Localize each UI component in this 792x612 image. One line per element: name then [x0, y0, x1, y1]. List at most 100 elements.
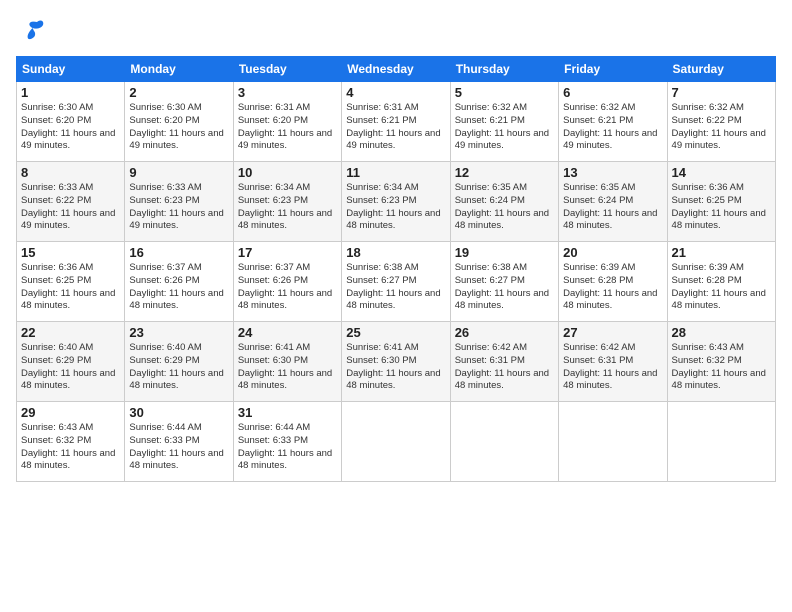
calendar-cell: 1 Sunrise: 6:30 AMSunset: 6:20 PMDaylight…	[17, 82, 125, 162]
day-number: 18	[346, 245, 445, 260]
day-number: 3	[238, 85, 337, 100]
calendar-cell: 13 Sunrise: 6:35 AMSunset: 6:24 PMDayligh…	[559, 162, 667, 242]
cell-info: Sunrise: 6:32 AMSunset: 6:21 PMDaylight:…	[455, 102, 549, 151]
calendar-cell: 5 Sunrise: 6:32 AMSunset: 6:21 PMDaylight…	[450, 82, 558, 162]
calendar-week-2: 8Sunrise: 6:33 AMSunset: 6:22 PMDaylight…	[17, 162, 776, 242]
calendar-cell: 25 Sunrise: 6:41 AMSunset: 6:30 PMDayligh…	[342, 322, 450, 402]
calendar-cell: 21 Sunrise: 6:39 AMSunset: 6:28 PMDayligh…	[667, 242, 775, 322]
cell-info: Sunrise: 6:41 AMSunset: 6:30 PMDaylight:…	[238, 342, 332, 391]
cell-info: Sunrise: 6:30 AMSunset: 6:20 PMDaylight:…	[21, 102, 115, 151]
day-number: 25	[346, 325, 445, 340]
cell-info: Sunrise: 6:41 AMSunset: 6:30 PMDaylight:…	[346, 342, 440, 391]
day-number: 20	[563, 245, 662, 260]
calendar-cell: 7 Sunrise: 6:32 AMSunset: 6:22 PMDaylight…	[667, 82, 775, 162]
cell-info: Sunrise: 6:39 AMSunset: 6:28 PMDaylight:…	[672, 262, 766, 311]
day-number: 9	[129, 165, 228, 180]
cell-info: Sunrise: 6:44 AMSunset: 6:33 PMDaylight:…	[238, 422, 332, 471]
cell-info: Sunrise: 6:40 AMSunset: 6:29 PMDaylight:…	[21, 342, 115, 391]
calendar-cell: 30Sunrise: 6:44 AMSunset: 6:33 PMDayligh…	[125, 402, 233, 482]
day-number: 15	[21, 245, 120, 260]
cell-info: Sunrise: 6:38 AMSunset: 6:27 PMDaylight:…	[346, 262, 440, 311]
day-number: 29	[21, 405, 120, 420]
cell-info: Sunrise: 6:33 AMSunset: 6:23 PMDaylight:…	[129, 182, 223, 231]
col-header-sunday: Sunday	[17, 57, 125, 82]
col-header-monday: Monday	[125, 57, 233, 82]
calendar-cell: 27 Sunrise: 6:42 AMSunset: 6:31 PMDayligh…	[559, 322, 667, 402]
day-number: 23	[129, 325, 228, 340]
day-number: 21	[672, 245, 771, 260]
col-header-thursday: Thursday	[450, 57, 558, 82]
cell-info: Sunrise: 6:31 AMSunset: 6:21 PMDaylight:…	[346, 102, 440, 151]
day-number: 24	[238, 325, 337, 340]
calendar-cell: 31 Sunrise: 6:44 AMSunset: 6:33 PMDayligh…	[233, 402, 341, 482]
calendar-table: SundayMondayTuesdayWednesdayThursdayFrid…	[16, 56, 776, 482]
day-number: 26	[455, 325, 554, 340]
calendar-cell: 22 Sunrise: 6:40 AMSunset: 6:29 PMDayligh…	[17, 322, 125, 402]
day-number: 7	[672, 85, 771, 100]
calendar-cell: 29 Sunrise: 6:43 AMSunset: 6:32 PMDayligh…	[17, 402, 125, 482]
col-header-wednesday: Wednesday	[342, 57, 450, 82]
calendar-week-5: 29 Sunrise: 6:43 AMSunset: 6:32 PMDayligh…	[17, 402, 776, 482]
day-number: 14	[672, 165, 771, 180]
calendar-cell: 20 Sunrise: 6:39 AMSunset: 6:28 PMDayligh…	[559, 242, 667, 322]
day-number: 2	[129, 85, 228, 100]
col-header-tuesday: Tuesday	[233, 57, 341, 82]
calendar-cell: 8Sunrise: 6:33 AMSunset: 6:22 PMDaylight…	[17, 162, 125, 242]
calendar-header-row: SundayMondayTuesdayWednesdayThursdayFrid…	[17, 57, 776, 82]
calendar-cell: 6 Sunrise: 6:32 AMSunset: 6:21 PMDaylight…	[559, 82, 667, 162]
cell-info: Sunrise: 6:31 AMSunset: 6:20 PMDaylight:…	[238, 102, 332, 151]
calendar-cell: 17Sunrise: 6:37 AMSunset: 6:26 PMDayligh…	[233, 242, 341, 322]
logo	[16, 16, 50, 46]
day-number: 10	[238, 165, 337, 180]
day-number: 31	[238, 405, 337, 420]
day-number: 22	[21, 325, 120, 340]
day-number: 13	[563, 165, 662, 180]
day-number: 6	[563, 85, 662, 100]
cell-info: Sunrise: 6:35 AMSunset: 6:24 PMDaylight:…	[455, 182, 549, 231]
cell-info: Sunrise: 6:37 AMSunset: 6:26 PMDaylight:…	[129, 262, 223, 311]
cell-info: Sunrise: 6:36 AMSunset: 6:25 PMDaylight:…	[21, 262, 115, 311]
cell-info: Sunrise: 6:37 AMSunset: 6:26 PMDaylight:…	[238, 262, 332, 311]
logo-icon	[16, 16, 46, 46]
col-header-saturday: Saturday	[667, 57, 775, 82]
cell-info: Sunrise: 6:42 AMSunset: 6:31 PMDaylight:…	[563, 342, 657, 391]
cell-info: Sunrise: 6:34 AMSunset: 6:23 PMDaylight:…	[346, 182, 440, 231]
calendar-cell	[342, 402, 450, 482]
day-number: 5	[455, 85, 554, 100]
day-number: 16	[129, 245, 228, 260]
calendar-cell: 28 Sunrise: 6:43 AMSunset: 6:32 PMDayligh…	[667, 322, 775, 402]
cell-info: Sunrise: 6:33 AMSunset: 6:22 PMDaylight:…	[21, 182, 115, 231]
cell-info: Sunrise: 6:35 AMSunset: 6:24 PMDaylight:…	[563, 182, 657, 231]
calendar-cell	[450, 402, 558, 482]
calendar-cell: 2 Sunrise: 6:30 AMSunset: 6:20 PMDaylight…	[125, 82, 233, 162]
calendar-cell: 10Sunrise: 6:34 AMSunset: 6:23 PMDayligh…	[233, 162, 341, 242]
cell-info: Sunrise: 6:43 AMSunset: 6:32 PMDaylight:…	[672, 342, 766, 391]
calendar-cell: 19 Sunrise: 6:38 AMSunset: 6:27 PMDayligh…	[450, 242, 558, 322]
calendar-cell: 11 Sunrise: 6:34 AMSunset: 6:23 PMDayligh…	[342, 162, 450, 242]
cell-info: Sunrise: 6:32 AMSunset: 6:21 PMDaylight:…	[563, 102, 657, 151]
calendar-cell: 24 Sunrise: 6:41 AMSunset: 6:30 PMDayligh…	[233, 322, 341, 402]
day-number: 12	[455, 165, 554, 180]
day-number: 11	[346, 165, 445, 180]
calendar-cell: 16 Sunrise: 6:37 AMSunset: 6:26 PMDayligh…	[125, 242, 233, 322]
calendar-cell: 14 Sunrise: 6:36 AMSunset: 6:25 PMDayligh…	[667, 162, 775, 242]
day-number: 28	[672, 325, 771, 340]
calendar-week-3: 15 Sunrise: 6:36 AMSunset: 6:25 PMDayligh…	[17, 242, 776, 322]
day-number: 19	[455, 245, 554, 260]
day-number: 1	[21, 85, 120, 100]
day-number: 27	[563, 325, 662, 340]
col-header-friday: Friday	[559, 57, 667, 82]
cell-info: Sunrise: 6:38 AMSunset: 6:27 PMDaylight:…	[455, 262, 549, 311]
day-number: 30	[129, 405, 228, 420]
cell-info: Sunrise: 6:36 AMSunset: 6:25 PMDaylight:…	[672, 182, 766, 231]
calendar-week-1: 1 Sunrise: 6:30 AMSunset: 6:20 PMDaylight…	[17, 82, 776, 162]
cell-info: Sunrise: 6:39 AMSunset: 6:28 PMDaylight:…	[563, 262, 657, 311]
page-container: SundayMondayTuesdayWednesdayThursdayFrid…	[0, 0, 792, 490]
calendar-cell: 4Sunrise: 6:31 AMSunset: 6:21 PMDaylight…	[342, 82, 450, 162]
cell-info: Sunrise: 6:43 AMSunset: 6:32 PMDaylight:…	[21, 422, 115, 471]
calendar-cell: 9 Sunrise: 6:33 AMSunset: 6:23 PMDaylight…	[125, 162, 233, 242]
calendar-cell	[667, 402, 775, 482]
cell-info: Sunrise: 6:32 AMSunset: 6:22 PMDaylight:…	[672, 102, 766, 151]
cell-info: Sunrise: 6:30 AMSunset: 6:20 PMDaylight:…	[129, 102, 223, 151]
header	[16, 16, 776, 46]
